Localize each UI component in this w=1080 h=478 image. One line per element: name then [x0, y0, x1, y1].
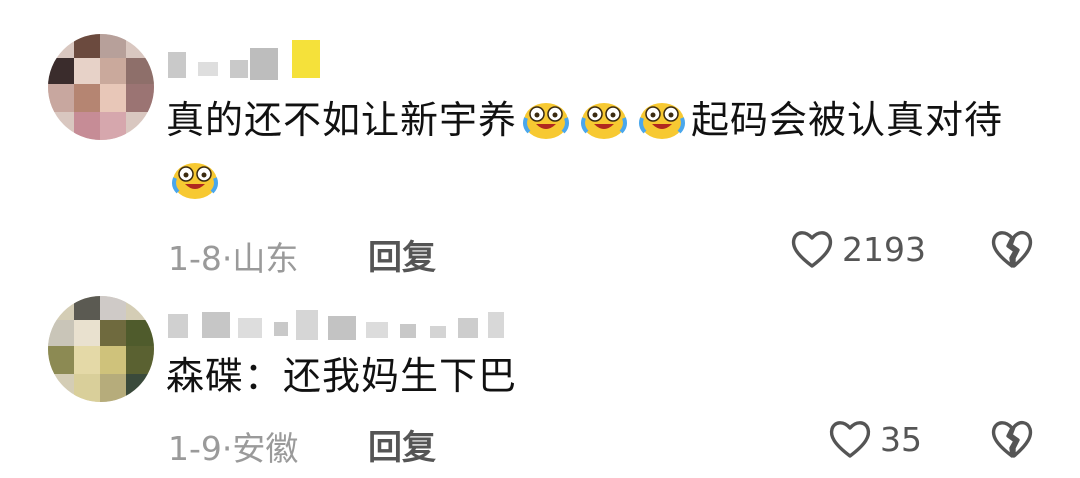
reply-button[interactable]: 回复 — [368, 230, 436, 279]
heart-outline-icon — [791, 231, 833, 268]
comment-location: 安徽 — [232, 429, 299, 468]
username-blurred[interactable] — [168, 308, 528, 348]
heart-outline-icon — [829, 421, 871, 458]
comment-text: 真的还不如让新宇养 起码会被认真对待 — [166, 90, 1046, 210]
broken-heart-icon — [991, 421, 1033, 458]
comment-item-2: 森碟：还我妈生下巴 1-9·安徽 回复 35 — [0, 290, 1080, 478]
like-button[interactable]: 35 — [828, 418, 922, 460]
comment-text: 森碟：还我妈生下巴 — [166, 354, 518, 398]
like-button[interactable]: 2193 — [790, 228, 926, 270]
comment-date: 1-9 — [168, 429, 222, 468]
meta-separator: · — [221, 239, 233, 278]
crying-laughing-emoji-icon — [170, 156, 220, 202]
comment-meta: 1-8·山东 — [168, 232, 298, 280]
like-count: 2193 — [842, 229, 926, 269]
dislike-button[interactable] — [990, 228, 1034, 274]
broken-heart-icon — [991, 231, 1033, 268]
comment-date: 1-8 — [168, 239, 222, 278]
dislike-button[interactable] — [990, 418, 1034, 464]
avatar[interactable] — [48, 296, 154, 402]
crying-laughing-emoji-icon — [637, 96, 687, 142]
username-blurred[interactable] — [168, 40, 328, 80]
avatar[interactable] — [48, 34, 154, 140]
crying-laughing-emoji-icon — [521, 96, 571, 142]
reply-button[interactable]: 回复 — [368, 420, 436, 469]
crying-laughing-emoji-icon — [579, 96, 629, 142]
like-count: 35 — [880, 419, 922, 459]
comment-location: 山东 — [232, 239, 299, 278]
meta-separator: · — [221, 429, 233, 468]
comment-item-1: 真的还不如让新宇养 起码会被认真对待 1-8·山东 回复 2193 — [0, 0, 1080, 290]
comment-meta: 1-9·安徽 — [168, 422, 298, 470]
